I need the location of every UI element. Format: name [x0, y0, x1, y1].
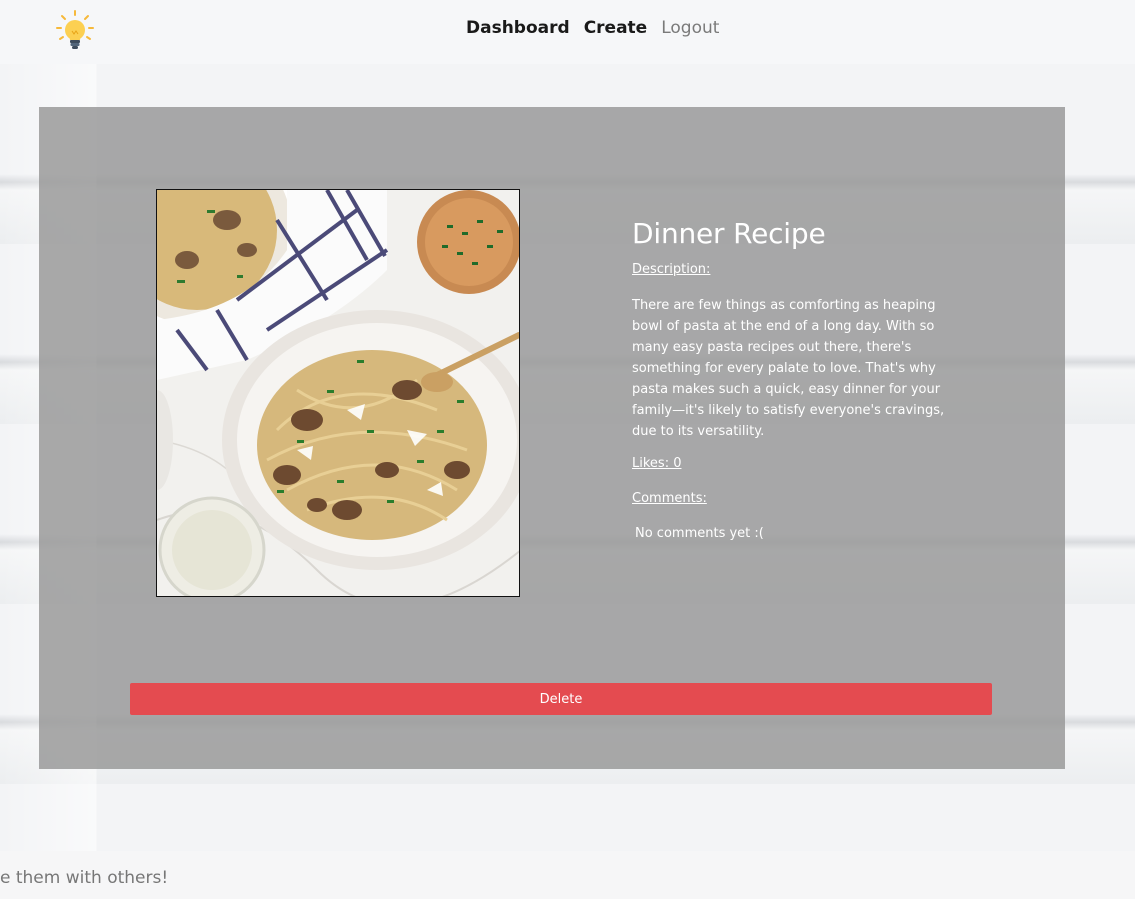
likes-count[interactable]: Likes: 0	[632, 456, 952, 471]
footer: e them with others!	[0, 851, 1135, 899]
nav-links: Dashboard Create Logout	[466, 18, 719, 38]
no-comments-text: No comments yet :(	[635, 526, 764, 541]
nav-create-link[interactable]: Create	[584, 18, 648, 38]
recipe-card: Dinner Recipe Description: There are few…	[39, 107, 1065, 769]
nav-logout-link[interactable]: Logout	[661, 18, 719, 38]
footer-text: e them with others!	[0, 868, 169, 888]
delete-button[interactable]: Delete	[130, 683, 992, 715]
nav-dashboard-link[interactable]: Dashboard	[466, 18, 570, 38]
recipe-image	[156, 189, 520, 597]
comments-label: Comments:	[632, 491, 707, 506]
pasta-bowl-photo	[157, 190, 519, 596]
recipe-info: Dinner Recipe Description: There are few…	[632, 217, 952, 541]
navbar: Dashboard Create Logout	[0, 0, 1135, 64]
lightbulb-icon[interactable]	[54, 9, 96, 53]
recipe-description: There are few things as comforting as he…	[632, 298, 945, 439]
recipe-title: Dinner Recipe	[632, 217, 826, 250]
description-label: Description:	[632, 262, 711, 277]
